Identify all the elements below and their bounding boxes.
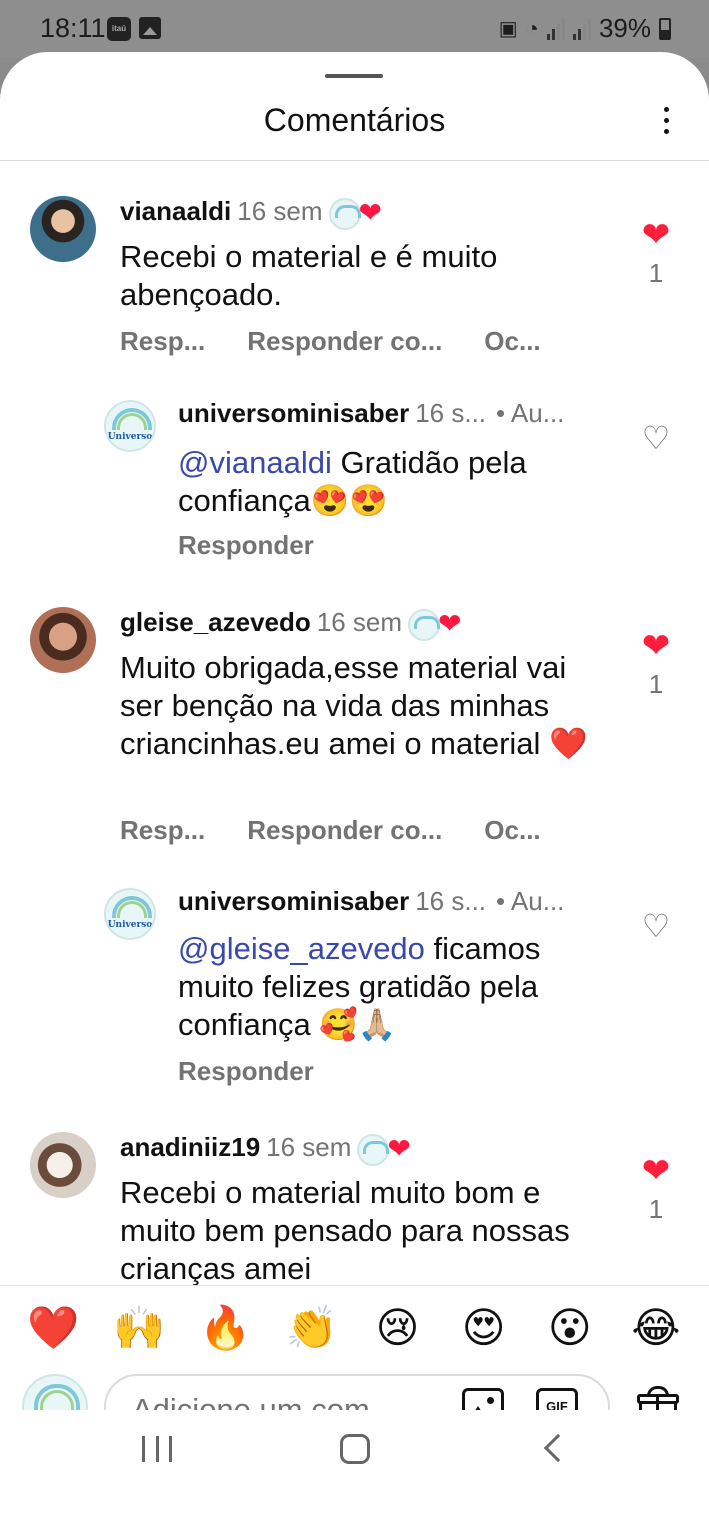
like-control: ❤ 1 bbox=[639, 1154, 673, 1225]
nav-back-icon[interactable] bbox=[543, 1433, 573, 1463]
heart-icon: ❤ bbox=[438, 608, 462, 640]
comment-header: anadiniiz19 16 sem ❤ bbox=[120, 1132, 417, 1167]
username[interactable]: anadiniiz19 bbox=[120, 1132, 260, 1162]
battery-icon bbox=[659, 17, 671, 40]
comment-header: universominisaber 16 s... • Au... bbox=[178, 886, 564, 916]
comment-text: Recebi o material muito bom e muito bem … bbox=[120, 1175, 570, 1286]
comment-header: vianaaldi 16 sem ❤ bbox=[120, 196, 389, 231]
heart-icon[interactable]: ❤ bbox=[639, 1154, 673, 1188]
heart-outline-icon[interactable]: ♡ bbox=[639, 910, 673, 942]
reply-with-button[interactable]: Responder co... bbox=[247, 815, 442, 846]
signal-icon bbox=[546, 18, 565, 40]
quick-reactions: ❤️ 🙌 🔥 👏 😢 😍 😮 😂 bbox=[0, 1302, 709, 1354]
reaction-surprised[interactable]: 😮 bbox=[544, 1302, 596, 1354]
header-divider bbox=[0, 160, 709, 161]
comment-actions: Responder bbox=[178, 1056, 356, 1087]
drag-handle[interactable] bbox=[325, 74, 383, 78]
sheet-title: Comentários bbox=[263, 102, 446, 138]
heart-icon: ❤ bbox=[387, 1133, 411, 1165]
reply-button[interactable]: Resp... bbox=[120, 815, 205, 846]
itau-notification-icon: itaú bbox=[107, 17, 131, 41]
avatar[interactable]: Universo bbox=[104, 888, 156, 940]
sync-icon: ▣ bbox=[498, 18, 518, 40]
like-control: ❤ 1 bbox=[639, 218, 673, 289]
wifi-icon: ◔ bbox=[525, 15, 539, 41]
reply-button[interactable]: Resp... bbox=[120, 326, 205, 357]
creator-liked-badge: ❤ bbox=[328, 197, 389, 231]
reaction-crying[interactable]: 😢 bbox=[372, 1302, 424, 1354]
comment-time: 16 sem bbox=[237, 196, 323, 226]
comment-time: 16 s... bbox=[415, 886, 487, 916]
status-time: 18:11 bbox=[40, 13, 106, 43]
nav-recents-icon[interactable] bbox=[142, 1436, 172, 1462]
comments-sheet: Comentários vianaaldi 16 sem ❤ Recebi o ma… bbox=[0, 52, 709, 1536]
avatar[interactable] bbox=[30, 196, 96, 262]
status-right: ▣ ◔ 39% bbox=[499, 13, 671, 44]
author-tag: • Au... bbox=[496, 886, 565, 916]
battery-percent: 39% bbox=[598, 13, 651, 43]
like-count: 1 bbox=[648, 258, 664, 288]
comment-actions: Resp... Responder co... Oc... bbox=[120, 815, 583, 846]
more-vertical-icon[interactable] bbox=[661, 104, 671, 136]
comment-text: Muito obrigada,esse material vai ser ben… bbox=[120, 650, 588, 761]
signal-icon-2 bbox=[572, 18, 591, 40]
like-count: 1 bbox=[648, 669, 664, 699]
author-tag: • Au... bbox=[496, 398, 565, 428]
brand-mini-avatar bbox=[408, 609, 441, 642]
like-control: ❤ 1 bbox=[639, 629, 673, 700]
username[interactable]: universominisaber bbox=[178, 398, 409, 428]
like-count: 1 bbox=[648, 1194, 664, 1224]
comment-text: @gleise_azevedo ficamos muito felizes gr… bbox=[178, 931, 541, 1042]
comment-time: 16 sem bbox=[266, 1132, 352, 1162]
comment-text: @vianaaldi Gratidão pela confiança😍😍 bbox=[178, 445, 527, 518]
username[interactable]: universominisaber bbox=[178, 886, 409, 916]
comment-time: 16 sem bbox=[316, 607, 403, 637]
brand-mini-avatar bbox=[328, 198, 361, 231]
reply-with-button[interactable]: Responder co... bbox=[247, 326, 442, 357]
reaction-heart[interactable]: ❤️ bbox=[27, 1302, 79, 1354]
heart-outline-icon[interactable]: ♡ bbox=[639, 422, 673, 454]
like-control: ♡ bbox=[639, 422, 673, 454]
avatar[interactable] bbox=[30, 607, 96, 673]
creator-liked-badge: ❤ bbox=[357, 1133, 417, 1167]
avatar[interactable] bbox=[30, 1132, 96, 1198]
reaction-heart-eyes[interactable]: 😍 bbox=[458, 1302, 510, 1354]
comment-actions: Resp... Responder co... Oc... bbox=[120, 326, 583, 357]
username[interactable]: vianaaldi bbox=[120, 196, 231, 226]
reply-button[interactable]: Responder bbox=[178, 530, 314, 561]
comment-text: Recebi o material e é muito abençoado. bbox=[120, 239, 498, 312]
creator-liked-badge: ❤ bbox=[408, 608, 468, 642]
comment-header: universominisaber 16 s... • Au... bbox=[178, 398, 564, 428]
heart-icon[interactable]: ❤ bbox=[639, 629, 673, 663]
reply-button[interactable]: Responder bbox=[178, 1056, 314, 1087]
username[interactable]: gleise_azevedo bbox=[120, 607, 311, 637]
comment-actions: Responder bbox=[178, 530, 356, 561]
heart-icon: ❤ bbox=[358, 197, 383, 229]
heart-icon[interactable]: ❤ bbox=[639, 218, 673, 252]
mention-link[interactable]: @gleise_azevedo bbox=[178, 931, 425, 966]
mention-link[interactable]: @vianaaldi bbox=[178, 445, 332, 480]
comment-header: gleise_azevedo 16 sem ❤ bbox=[120, 607, 468, 642]
avatar[interactable]: Universo bbox=[104, 400, 156, 452]
reactions-divider bbox=[0, 1285, 709, 1286]
reaction-raised-hands[interactable]: 🙌 bbox=[113, 1302, 165, 1354]
reaction-clap[interactable]: 👏 bbox=[285, 1302, 337, 1354]
brand-mini-avatar bbox=[357, 1134, 390, 1167]
hide-button[interactable]: Oc... bbox=[484, 326, 540, 357]
status-bar: 18:11 itaú ▣ ◔ 39% bbox=[0, 0, 709, 58]
like-control: ♡ bbox=[639, 910, 673, 942]
hide-button[interactable]: Oc... bbox=[484, 815, 540, 846]
gallery-notification-icon bbox=[139, 17, 161, 39]
nav-home-icon[interactable] bbox=[340, 1434, 370, 1464]
reaction-laughing[interactable]: 😂 bbox=[630, 1302, 682, 1354]
comment-time: 16 s... bbox=[415, 398, 487, 428]
system-nav-bar bbox=[0, 1410, 709, 1484]
reaction-fire[interactable]: 🔥 bbox=[199, 1302, 251, 1354]
